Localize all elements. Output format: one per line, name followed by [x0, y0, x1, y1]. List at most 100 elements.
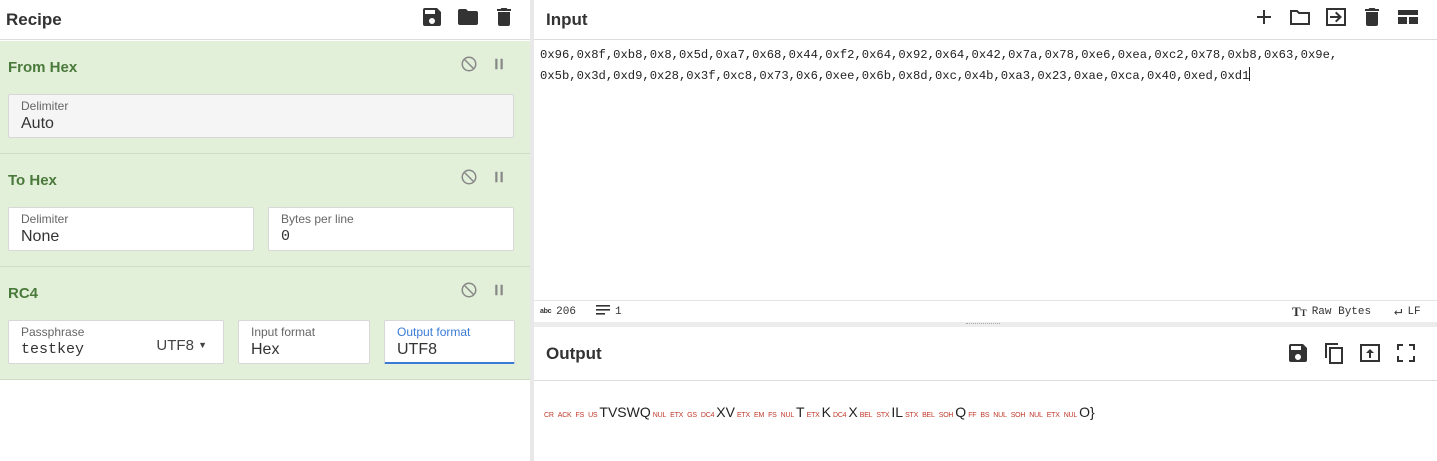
- disable-icon[interactable]: [460, 55, 478, 73]
- input-line: 0x5b,0x3d,0xd9,0x28,0x3f,0xc8,0x73,0x6,0…: [540, 69, 1250, 83]
- operation-title: From Hex: [8, 59, 78, 76]
- control-char: SOH: [938, 412, 954, 419]
- folder-icon[interactable]: [1288, 5, 1312, 29]
- operation-from-hex[interactable]: From Hex Delimiter Auto: [0, 41, 530, 154]
- operation-to-hex[interactable]: To Hex Delimiter None Bytes per line 0: [0, 154, 530, 267]
- raw-bytes-label: Raw Bytes: [1311, 305, 1372, 318]
- bytes-per-line-field[interactable]: Bytes per line 0: [268, 207, 514, 251]
- control-char: ETX: [670, 412, 684, 419]
- field-value: UTF8: [397, 341, 437, 358]
- control-char: DC4: [700, 412, 715, 419]
- eol-label: LF: [1407, 305, 1421, 318]
- recipe-toolbar: [420, 5, 516, 29]
- maximize-icon[interactable]: [1394, 341, 1418, 365]
- splitter-grip[interactable]: [966, 323, 1000, 325]
- control-char: NUL: [993, 412, 1007, 419]
- lines-icon: [596, 304, 610, 319]
- control-char: US: [588, 412, 598, 419]
- control-char: NUL: [652, 412, 667, 419]
- recipe-pane: Recipe From Hex Delimiter Auto To Hex De…: [0, 0, 530, 461]
- length-value: 206: [556, 305, 576, 318]
- disable-icon[interactable]: [460, 281, 478, 299]
- replace-input-icon[interactable]: [1358, 341, 1382, 365]
- control-char: STX: [876, 412, 890, 419]
- field-value: Hex: [251, 341, 280, 358]
- import-icon[interactable]: [1324, 5, 1348, 29]
- text-caret: [1249, 67, 1251, 81]
- field-value: Auto: [21, 115, 54, 132]
- passphrase-field[interactable]: Passphrase testkey UTF8 ▼: [8, 320, 224, 364]
- encoding-value: UTF8: [156, 337, 194, 354]
- input-status-bar: abc 206 1 TT Raw Bytes ↵ LF: [534, 300, 1437, 322]
- output-toolbar: [1286, 341, 1418, 365]
- control-char: NUL: [1063, 412, 1078, 419]
- plus-icon[interactable]: [1252, 5, 1276, 29]
- output-pane: Output CR ACK FS US TVSWQ NUL ETX GS DC4 XV ETX EM F…: [534, 327, 1437, 461]
- control-char: ACK: [557, 412, 572, 419]
- output-char: XV: [716, 404, 735, 420]
- control-char: FS: [575, 412, 585, 419]
- operation-controls: [460, 168, 508, 186]
- field-value: None: [21, 228, 60, 245]
- raw-bytes-toggle[interactable]: TT Raw Bytes: [1292, 304, 1371, 320]
- pause-icon[interactable]: [490, 55, 508, 73]
- operation-rc4[interactable]: RC4 Passphrase testkey UTF8 ▼ Input form…: [0, 267, 530, 380]
- pause-icon[interactable]: [490, 168, 508, 186]
- control-char: NUL: [1029, 412, 1043, 419]
- trash-icon[interactable]: [1360, 5, 1384, 29]
- input-pane: Input 0x96,0x8f,0xb8,0x8,0x5d,0xa7,0x68,…: [534, 0, 1437, 324]
- control-char: FF: [968, 412, 977, 419]
- control-char: BS: [980, 412, 990, 419]
- copy-icon[interactable]: [1322, 341, 1346, 365]
- delimiter-field[interactable]: Delimiter Auto: [8, 94, 514, 138]
- control-char: BEL: [922, 412, 935, 419]
- input-textarea[interactable]: 0x96,0x8f,0xb8,0x8,0x5d,0xa7,0x68,0x44,0…: [540, 45, 1435, 87]
- field-label: Input format: [251, 325, 316, 339]
- cyberchef-app: Recipe From Hex Delimiter Auto To Hex De…: [0, 0, 1437, 461]
- output-char: T: [796, 404, 805, 420]
- pause-icon[interactable]: [490, 281, 508, 299]
- abc-icon: abc: [540, 308, 552, 315]
- save-icon[interactable]: [1286, 341, 1310, 365]
- output-format-field[interactable]: Output format UTF8: [384, 320, 515, 364]
- control-char: CR: [544, 412, 554, 419]
- folder-icon[interactable]: [456, 5, 480, 29]
- control-char: ETX: [1046, 412, 1060, 419]
- control-char: SOH: [1010, 412, 1026, 419]
- delimiter-field[interactable]: Delimiter None: [8, 207, 254, 251]
- control-char: STX: [905, 412, 919, 419]
- output-title: Output: [546, 343, 602, 363]
- control-char: EM: [753, 412, 765, 419]
- operation-controls: [460, 281, 508, 299]
- output-char: Q: [955, 404, 967, 420]
- output-char: K: [821, 404, 831, 420]
- field-label: Delimiter: [21, 212, 69, 226]
- eol-toggle[interactable]: ↵ LF: [1394, 303, 1421, 320]
- operation-controls: [460, 55, 508, 73]
- control-char: FS: [768, 412, 777, 419]
- return-icon: ↵: [1394, 304, 1403, 320]
- input-line: 0x96,0x8f,0xb8,0x8,0x5d,0xa7,0x68,0x44,0…: [540, 48, 1338, 62]
- output-textarea[interactable]: CR ACK FS US TVSWQ NUL ETX GS DC4 XV ETX EM FS NUL T ET…: [542, 404, 1095, 420]
- control-char: NUL: [780, 412, 795, 419]
- text-format-icon: TT: [1292, 303, 1307, 319]
- operation-title: RC4: [8, 285, 39, 302]
- lines-value: 1: [615, 305, 622, 318]
- output-char: X: [848, 404, 858, 420]
- control-char: ETX: [806, 412, 820, 419]
- field-label: Output format: [397, 325, 471, 339]
- control-char: GS: [687, 412, 697, 419]
- trash-icon[interactable]: [492, 5, 516, 29]
- output-char: IL: [891, 404, 904, 420]
- save-icon[interactable]: [420, 5, 444, 29]
- field-value: 0: [281, 228, 291, 245]
- control-char: ETX: [736, 412, 750, 419]
- input-title: Input: [546, 9, 588, 29]
- field-label: Delimiter: [21, 99, 69, 113]
- disable-icon[interactable]: [460, 168, 478, 186]
- input-format-field[interactable]: Input format Hex: [238, 320, 370, 364]
- layout-icon[interactable]: [1396, 5, 1420, 29]
- length-stat: abc 206: [540, 306, 576, 318]
- lines-stat: 1: [596, 304, 622, 319]
- passphrase-encoding-select[interactable]: UTF8 ▼: [156, 337, 207, 354]
